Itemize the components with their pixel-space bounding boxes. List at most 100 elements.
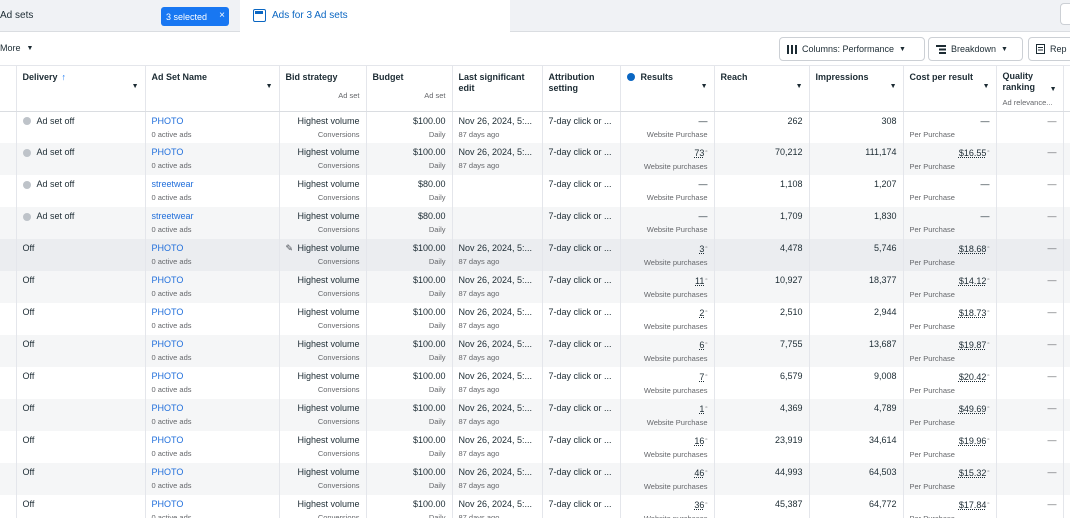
results-value[interactable]: 73 xyxy=(694,148,704,158)
ad-set-name-link[interactable]: PHOTO xyxy=(152,467,184,477)
budget-cell[interactable]: $80.00 Daily xyxy=(366,207,453,239)
row-select-cell[interactable] xyxy=(0,111,17,143)
table-row[interactable]: Off PHOTO 0 active ads Highest volume Co… xyxy=(0,431,1070,463)
row-select-cell[interactable] xyxy=(0,335,17,367)
row-select-cell[interactable] xyxy=(0,239,17,271)
budget-cell[interactable]: $100.00 Daily xyxy=(366,431,453,463)
results-value[interactable]: — xyxy=(699,116,708,126)
column-header-impressions[interactable]: Impressions ▼ xyxy=(809,66,904,112)
cost-per-result-value[interactable]: $18.73 xyxy=(959,308,987,318)
table-row[interactable]: Off PHOTO 0 active ads Highest volume Co… xyxy=(0,495,1070,518)
budget-cell[interactable]: $100.00 Daily xyxy=(366,463,453,495)
bid-strategy-cell[interactable]: Highest volume Conversions xyxy=(279,399,367,431)
cost-per-result-value[interactable]: — xyxy=(981,116,990,126)
column-header-results[interactable]: Results ▼ xyxy=(620,66,715,112)
ad-set-name-link[interactable]: PHOTO xyxy=(152,275,184,285)
tab-ads-for-ad-sets[interactable]: Ads for 3 Ad sets xyxy=(242,0,510,32)
table-row[interactable]: Off PHOTO 0 active ads Highest volume Co… xyxy=(0,335,1070,367)
pencil-icon[interactable]: ✎ xyxy=(286,243,294,254)
ad-set-name-link[interactable]: PHOTO xyxy=(152,435,184,445)
cost-per-result-value[interactable]: $17.84 xyxy=(959,500,987,510)
results-value[interactable]: 16 xyxy=(694,436,704,446)
results-value[interactable]: 36 xyxy=(694,500,704,510)
ad-set-name-link[interactable]: PHOTO xyxy=(152,499,184,509)
cost-per-result-value[interactable]: $20.42 xyxy=(959,372,987,382)
breakdown-button[interactable]: Breakdown ▼ xyxy=(928,37,1023,61)
ad-set-name-link[interactable]: PHOTO xyxy=(152,116,184,126)
more-button[interactable]: More ▼ xyxy=(0,43,33,53)
cost-per-result-value[interactable]: — xyxy=(981,211,990,221)
row-select-cell[interactable] xyxy=(0,463,17,495)
results-value[interactable]: 2 xyxy=(699,308,704,318)
bid-strategy-cell[interactable]: Highest volume Conversions xyxy=(279,367,367,399)
chevron-down-icon[interactable]: ▼ xyxy=(266,83,273,90)
table-row[interactable]: Off PHOTO 0 active ads Highest volume Co… xyxy=(0,239,1070,271)
results-value[interactable]: 6 xyxy=(699,340,704,350)
chevron-down-icon[interactable]: ▼ xyxy=(1050,86,1057,93)
results-value[interactable]: 11 xyxy=(695,276,704,286)
results-value[interactable]: — xyxy=(699,211,708,221)
row-select-cell[interactable] xyxy=(0,207,17,239)
cost-per-result-value[interactable]: $16.55 xyxy=(959,148,987,158)
ad-set-name-link[interactable]: PHOTO xyxy=(152,403,184,413)
results-value[interactable]: 3 xyxy=(699,244,704,254)
table-row[interactable]: Off PHOTO 0 active ads Highest volume Co… xyxy=(0,271,1070,303)
row-select-cell[interactable] xyxy=(0,495,17,518)
cost-per-result-value[interactable]: $49.69 xyxy=(959,404,987,414)
ad-set-name-link[interactable]: PHOTO xyxy=(152,339,184,349)
row-select-cell[interactable] xyxy=(0,143,17,175)
cost-per-result-value[interactable]: $19.87 xyxy=(959,340,987,350)
cost-per-result-value[interactable]: $18.68 xyxy=(959,244,987,254)
ad-set-name-link[interactable]: PHOTO xyxy=(152,371,184,381)
results-value[interactable]: — xyxy=(699,179,708,189)
clear-selection-close-icon[interactable]: × xyxy=(219,10,225,22)
bid-strategy-cell[interactable]: Highest volume Conversions ✎ xyxy=(279,239,367,271)
column-header-reach[interactable]: Reach ▼ xyxy=(714,66,810,112)
selected-count-chip[interactable]: 3 selected × xyxy=(161,7,229,26)
ad-set-name-link[interactable]: streetwear xyxy=(152,211,194,221)
bid-strategy-cell[interactable]: Highest volume Conversions xyxy=(279,271,367,303)
column-header-attribution[interactable]: Attribution setting xyxy=(542,66,621,112)
row-select-cell[interactable] xyxy=(0,431,17,463)
column-header-name[interactable]: Ad Set Name ▼ xyxy=(145,66,280,112)
budget-cell[interactable]: $100.00 Daily xyxy=(366,367,453,399)
results-value[interactable]: 1 xyxy=(699,404,704,414)
chevron-down-icon[interactable]: ▼ xyxy=(983,83,990,90)
table-row[interactable]: Off PHOTO 0 active ads Highest volume Co… xyxy=(0,399,1070,431)
results-value[interactable]: 7 xyxy=(699,372,704,382)
ad-set-name-link[interactable]: PHOTO xyxy=(152,243,184,253)
table-row[interactable]: Ad set off PHOTO 0 active ads Highest vo… xyxy=(0,143,1070,175)
table-row[interactable]: Ad set off PHOTO 0 active ads Highest vo… xyxy=(0,111,1070,143)
row-select-cell[interactable] xyxy=(0,303,17,335)
columns-button[interactable]: Columns: Performance ▼ xyxy=(779,37,925,61)
tab-ad-sets[interactable]: Ad sets 3 selected × xyxy=(0,0,240,32)
row-select-cell[interactable] xyxy=(0,367,17,399)
reports-button[interactable]: Rep xyxy=(1028,37,1070,61)
ad-set-name-link[interactable]: PHOTO xyxy=(152,147,184,157)
bid-strategy-cell[interactable]: Highest volume Conversions xyxy=(279,495,367,518)
cost-per-result-value[interactable]: $19.96 xyxy=(959,436,987,446)
column-header-last-edit[interactable]: Last significant edit xyxy=(452,66,543,112)
budget-cell[interactable]: $100.00 Daily xyxy=(366,495,453,518)
budget-cell[interactable]: $80.00 Daily xyxy=(366,175,453,207)
bid-strategy-cell[interactable]: Highest volume Conversions xyxy=(279,431,367,463)
budget-cell[interactable]: $100.00 Daily xyxy=(366,335,453,367)
bid-strategy-cell[interactable]: Highest volume Conversions xyxy=(279,463,367,495)
column-header-bid-strategy[interactable]: Bid strategy Ad set xyxy=(279,66,367,112)
table-row[interactable]: Ad set off streetwear 0 active ads Highe… xyxy=(0,175,1070,207)
cost-per-result-value[interactable]: $15.32 xyxy=(959,468,987,478)
cost-per-result-value[interactable]: — xyxy=(981,179,990,189)
bid-strategy-cell[interactable]: Highest volume Conversions xyxy=(279,303,367,335)
bid-strategy-cell[interactable]: Highest volume Conversions xyxy=(279,207,367,239)
budget-cell[interactable]: $100.00 Daily xyxy=(366,143,453,175)
results-value[interactable]: 46 xyxy=(694,468,704,478)
budget-cell[interactable]: $100.00 Daily xyxy=(366,111,453,143)
bid-strategy-cell[interactable]: Highest volume Conversions xyxy=(279,175,367,207)
bid-strategy-cell[interactable]: Highest volume Conversions xyxy=(279,335,367,367)
chevron-down-icon[interactable]: ▼ xyxy=(701,83,708,90)
table-row[interactable]: Ad set off streetwear 0 active ads Highe… xyxy=(0,207,1070,239)
chevron-down-icon[interactable]: ▼ xyxy=(796,83,803,90)
row-select-cell[interactable] xyxy=(0,175,17,207)
bid-strategy-cell[interactable]: Highest volume Conversions xyxy=(279,111,367,143)
row-select-cell[interactable] xyxy=(0,271,17,303)
